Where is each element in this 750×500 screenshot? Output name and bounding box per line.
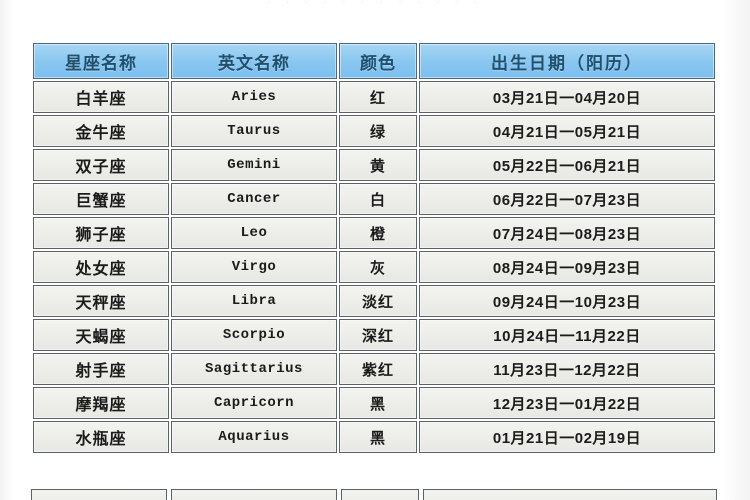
cell-en: Scorpio <box>171 319 337 351</box>
cell-color: 绿 <box>339 115 417 147</box>
clipped-cell-english <box>171 489 337 500</box>
cell-color: 橙 <box>339 217 417 249</box>
table-row: 射手座 Sagittarius 紫红 11月23日一12月22日 <box>33 353 715 385</box>
cell-color: 红 <box>339 81 417 113</box>
table-row: 金牛座 Taurus 绿 04月21日一05月21日 <box>33 115 715 147</box>
cell-en: Libra <box>171 285 337 317</box>
zodiac-table-container: 星座名称 英文名称 颜色 出生日期（阳历） 白羊座 Aries 红 03月21日一04… <box>31 41 717 455</box>
zodiac-table: 星座名称 英文名称 颜色 出生日期（阳历） 白羊座 Aries 红 03月21日一04… <box>31 41 717 455</box>
clipped-bottom-row <box>31 489 717 500</box>
cell-color: 灰 <box>339 251 417 283</box>
cell-date: 03月21日一04月20日 <box>419 81 715 113</box>
cell-date: 07月24日一08月23日 <box>419 217 715 249</box>
cell-date: 09月24日一10月23日 <box>419 285 715 317</box>
table-row: 狮子座 Leo 橙 07月24日一08月23日 <box>33 217 715 249</box>
cell-name: 巨蟹座 <box>33 183 169 215</box>
table-row: 水瓶座 Aquarius 黑 01月21日一02月19日 <box>33 421 715 453</box>
cell-name: 水瓶座 <box>33 421 169 453</box>
table-row: 巨蟹座 Cancer 白 06月22日一07月23日 <box>33 183 715 215</box>
cell-name: 摩羯座 <box>33 387 169 419</box>
cell-name: 天秤座 <box>33 285 169 317</box>
column-header-birthdate: 出生日期（阳历） <box>419 43 715 79</box>
clipped-cell-date <box>423 489 717 500</box>
cell-date: 05月22日一06月21日 <box>419 149 715 181</box>
table-header: 星座名称 英文名称 颜色 出生日期（阳历） <box>33 43 715 79</box>
table-row: 天秤座 Libra 淡红 09月24日一10月23日 <box>33 285 715 317</box>
page-right-margin <box>720 0 750 500</box>
cell-name: 白羊座 <box>33 81 169 113</box>
table-row: 天蝎座 Scorpio 深红 10月24日一11月22日 <box>33 319 715 351</box>
cell-name: 双子座 <box>33 149 169 181</box>
cell-color: 紫红 <box>339 353 417 385</box>
table-row: 处女座 Virgo 灰 08月24日一09月23日 <box>33 251 715 283</box>
cell-date: 01月21日一02月19日 <box>419 421 715 453</box>
clipped-cell-name <box>31 489 167 500</box>
column-header-color: 颜色 <box>339 43 417 79</box>
cell-en: Leo <box>171 217 337 249</box>
table-row: 双子座 Gemini 黄 05月22日一06月21日 <box>33 149 715 181</box>
cell-en: Gemini <box>171 149 337 181</box>
cell-name: 金牛座 <box>33 115 169 147</box>
cell-color: 白 <box>339 183 417 215</box>
cell-color: 黑 <box>339 421 417 453</box>
cell-color: 深红 <box>339 319 417 351</box>
cell-date: 04月21日一05月21日 <box>419 115 715 147</box>
cell-en: Capricorn <box>171 387 337 419</box>
cell-date: 11月23日一12月22日 <box>419 353 715 385</box>
cell-name: 处女座 <box>33 251 169 283</box>
cell-date: 10月24日一11月22日 <box>419 319 715 351</box>
cell-en: Taurus <box>171 115 337 147</box>
cell-en: Cancer <box>171 183 337 215</box>
cell-color: 黄 <box>339 149 417 181</box>
cell-en: Aries <box>171 81 337 113</box>
cell-date: 06月22日一07月23日 <box>419 183 715 215</box>
page-left-margin <box>0 0 14 500</box>
cell-name: 射手座 <box>33 353 169 385</box>
table-row: 白羊座 Aries 红 03月21日一04月20日 <box>33 81 715 113</box>
cell-color: 淡红 <box>339 285 417 317</box>
clipped-top-caption: · · · · · · · · · · · · <box>267 0 483 8</box>
cell-en: Virgo <box>171 251 337 283</box>
column-header-name: 星座名称 <box>33 43 169 79</box>
cell-date: 12月23日一01月22日 <box>419 387 715 419</box>
cell-date: 08月24日一09月23日 <box>419 251 715 283</box>
table-body: 白羊座 Aries 红 03月21日一04月20日 金牛座 Taurus 绿 04月21日一0… <box>33 81 715 453</box>
clipped-cell-color <box>341 489 419 500</box>
cell-en: Sagittarius <box>171 353 337 385</box>
table-header-row: 星座名称 英文名称 颜色 出生日期（阳历） <box>33 43 715 79</box>
cell-name: 狮子座 <box>33 217 169 249</box>
cell-color: 黑 <box>339 387 417 419</box>
cell-name: 天蝎座 <box>33 319 169 351</box>
column-header-english: 英文名称 <box>171 43 337 79</box>
cell-en: Aquarius <box>171 421 337 453</box>
table-row: 摩羯座 Capricorn 黑 12月23日一01月22日 <box>33 387 715 419</box>
